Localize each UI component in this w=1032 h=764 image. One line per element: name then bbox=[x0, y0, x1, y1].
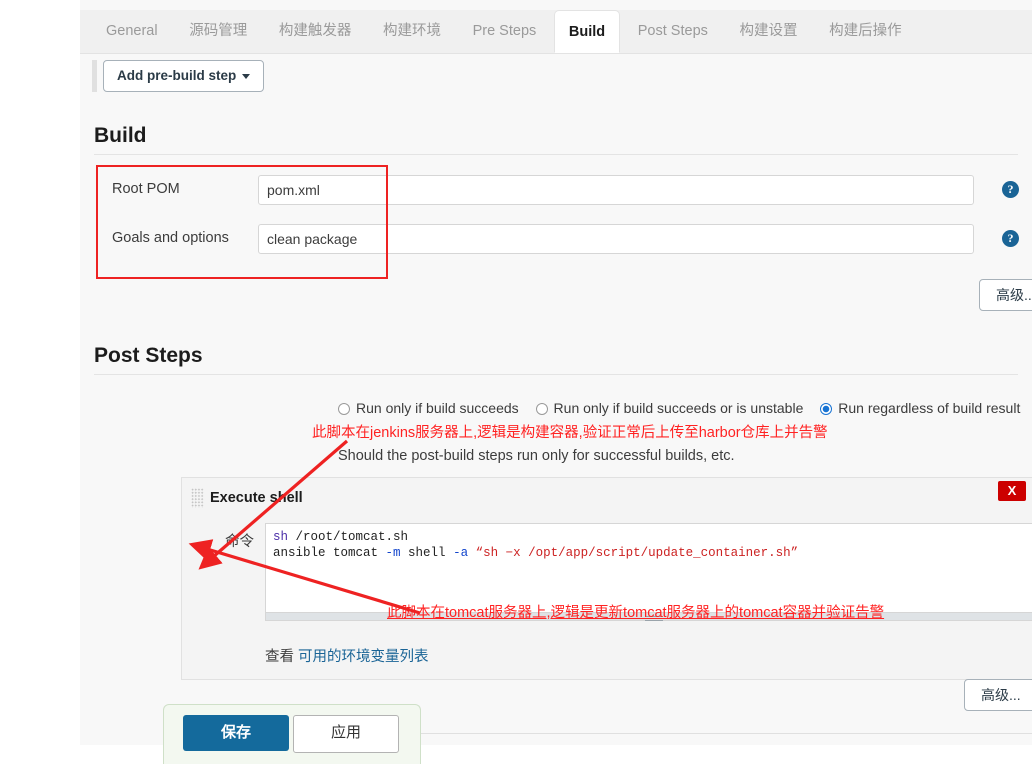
execute-shell-block: Execute shell X ? 命令 sh /root/tomcat.sh … bbox=[181, 477, 1032, 680]
drag-handle-icon[interactable] bbox=[191, 488, 204, 508]
apply-button[interactable]: 应用 bbox=[293, 715, 399, 753]
build-section-divider bbox=[94, 154, 1018, 155]
command-textarea[interactable]: sh /root/tomcat.sh ansible tomcat -m she… bbox=[265, 523, 1032, 613]
tab-build-environment[interactable]: 构建环境 bbox=[369, 10, 455, 53]
goals-options-row: Goals and options ? bbox=[94, 216, 1019, 265]
tab-post-build-actions[interactable]: 构建后操作 bbox=[815, 10, 916, 53]
radio-succeeds-or-unstable-icon[interactable] bbox=[535, 403, 548, 415]
save-button[interactable]: 保存 bbox=[183, 715, 289, 751]
radio-succeeds-or-unstable-label[interactable]: Run only if build succeeds or is unstabl… bbox=[554, 400, 804, 416]
radio-option-regardless[interactable]: Run regardless of build result bbox=[820, 400, 1020, 416]
bottom-divider bbox=[421, 733, 1032, 734]
left-gutter bbox=[0, 0, 81, 745]
build-section-title: Build bbox=[94, 124, 147, 147]
tab-post-steps[interactable]: Post Steps bbox=[624, 10, 722, 53]
tab-source-management[interactable]: 源码管理 bbox=[175, 10, 261, 53]
tab-build[interactable]: Build bbox=[553, 10, 621, 53]
add-prebuild-step-label: Add pre-build step bbox=[117, 68, 237, 83]
goals-options-input[interactable] bbox=[258, 224, 974, 254]
content-pane: General 源码管理 构建触发器 构建环境 Pre Steps Build … bbox=[80, 0, 1032, 764]
jenkins-job-config-page: General 源码管理 构建触发器 构建环境 Pre Steps Build … bbox=[0, 0, 1032, 764]
config-tab-bar: General 源码管理 构建触发器 构建环境 Pre Steps Build … bbox=[80, 10, 1032, 54]
build-advanced-button[interactable]: 高级... bbox=[979, 279, 1032, 311]
root-pom-row: Root POM ? bbox=[94, 167, 1019, 216]
radio-option-succeeds-or-unstable[interactable]: Run only if build succeeds or is unstabl… bbox=[535, 400, 804, 416]
post-steps-section: Post Steps bbox=[94, 344, 1018, 375]
post-steps-section-divider bbox=[94, 374, 1018, 375]
tab-pre-steps[interactable]: Pre Steps bbox=[459, 10, 551, 53]
drag-handle-bar[interactable] bbox=[92, 60, 97, 92]
save-bar: 保存 应用 bbox=[163, 704, 421, 764]
goals-options-help-icon[interactable]: ? bbox=[1002, 230, 1019, 247]
tab-general[interactable]: General bbox=[92, 10, 172, 53]
tab-build-settings[interactable]: 构建设置 bbox=[726, 10, 812, 53]
tab-build-triggers[interactable]: 构建触发器 bbox=[265, 10, 366, 53]
command-label: 命令 bbox=[225, 534, 254, 550]
build-section: Build Root POM ? Goals and options ? bbox=[94, 124, 1019, 265]
radio-succeeds-icon[interactable] bbox=[338, 403, 350, 415]
radio-regardless-icon[interactable] bbox=[820, 403, 833, 415]
chevron-down-icon bbox=[242, 73, 251, 79]
root-pom-input[interactable] bbox=[258, 175, 974, 205]
root-pom-help-icon[interactable]: ? bbox=[1002, 181, 1019, 198]
prebuild-toolbar: Add pre-build step bbox=[80, 56, 1032, 98]
radio-succeeds-label[interactable]: Run only if build succeeds bbox=[356, 400, 519, 416]
radio-regardless-label[interactable]: Run regardless of build result bbox=[838, 400, 1020, 416]
execute-shell-title: Execute shell bbox=[210, 490, 303, 506]
goals-options-label: Goals and options bbox=[112, 230, 229, 246]
env-variables-prefix: 查看 bbox=[265, 649, 299, 665]
root-pom-label: Root POM bbox=[112, 181, 180, 197]
textarea-resize-handle[interactable] bbox=[265, 613, 1032, 621]
close-icon[interactable]: X bbox=[998, 481, 1026, 501]
post-steps-hint: Should the post-build steps run only for… bbox=[338, 448, 735, 464]
shell-advanced-button[interactable]: 高级... bbox=[964, 679, 1032, 711]
radio-option-succeeds[interactable]: Run only if build succeeds bbox=[338, 400, 519, 416]
env-variables-link[interactable]: 可用的环境变量列表 bbox=[298, 649, 429, 665]
post-steps-radio-group: Run only if build succeeds Run only if b… bbox=[338, 400, 1032, 416]
env-variables-hint: 查看 可用的环境变量列表 bbox=[265, 645, 429, 666]
add-prebuild-step-button[interactable]: Add pre-build step bbox=[103, 60, 265, 92]
post-steps-section-title: Post Steps bbox=[94, 344, 203, 367]
